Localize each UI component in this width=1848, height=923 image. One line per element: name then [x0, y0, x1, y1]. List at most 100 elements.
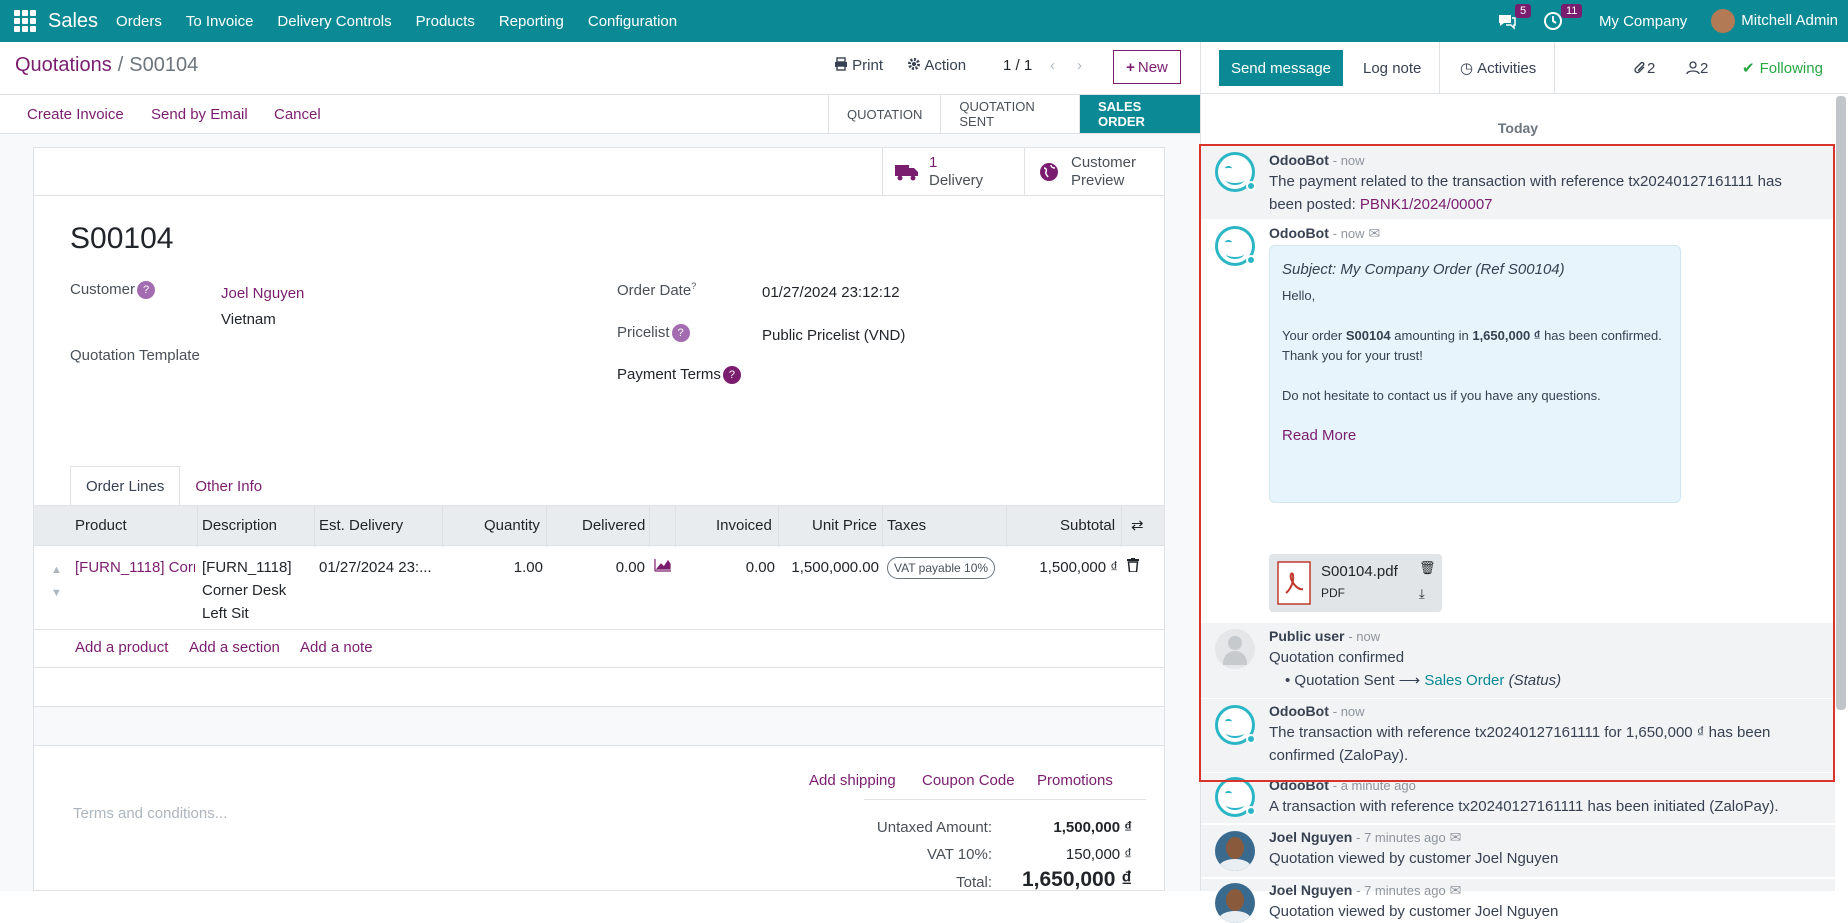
help-icon[interactable]: ? — [671, 324, 690, 342]
joel-avatar — [1215, 831, 1255, 871]
odoobot-avatar — [1215, 152, 1256, 192]
add-product-link[interactable]: Add a product — [75, 639, 168, 656]
menu-to-invoice[interactable]: To Invoice — [186, 13, 254, 30]
envelope-icon: ✉ — [1449, 882, 1462, 898]
tab-order-lines[interactable]: Order Lines — [70, 466, 181, 506]
menu-products[interactable]: Products — [416, 13, 475, 30]
message-body: Quotation viewed by customer Joel Nguyen — [1269, 850, 1559, 867]
customer-field[interactable]: Joel Nguyen — [221, 285, 304, 302]
est-delivery-cell[interactable]: 01/27/2024 23:... — [319, 556, 432, 579]
company-switcher[interactable]: My Company — [1599, 13, 1687, 30]
message-body: Quotation confirmed — [1269, 649, 1405, 666]
trash-icon[interactable] — [1127, 556, 1139, 579]
col-quantity[interactable]: Quantity — [484, 517, 540, 534]
chat-button[interactable]: 5 — [1497, 0, 1537, 42]
quantity-cell[interactable]: 1.00 — [442, 556, 543, 579]
add-note-link[interactable]: Add a note — [300, 639, 373, 656]
taxes-cell[interactable]: VAT payable 10% — [887, 556, 996, 579]
delivery-smart-button[interactable]: 1 Delivery — [882, 148, 1024, 196]
cancel-button[interactable]: Cancel — [274, 106, 321, 123]
new-button[interactable]: + New — [1113, 50, 1181, 84]
payment-terms-field[interactable] — [762, 368, 1142, 390]
pricelist-field[interactable]: Public Pricelist (VND) — [762, 327, 905, 344]
chat-icon — [1498, 15, 1516, 30]
action-button[interactable]: Action — [907, 57, 966, 74]
app-menu-icon[interactable] — [14, 10, 36, 32]
forecast-chart-icon[interactable] — [654, 556, 672, 579]
breadcrumb-quotations[interactable]: Quotations — [15, 54, 112, 76]
activities-button[interactable]: ◷ Activities — [1442, 42, 1556, 94]
chatter-scrollbar[interactable] — [1836, 96, 1846, 710]
menu-delivery-controls[interactable]: Delivery Controls — [277, 13, 391, 30]
log-note-button[interactable]: Log note — [1345, 42, 1441, 94]
tab-other-info[interactable]: Other Info — [180, 466, 277, 506]
create-invoice-button[interactable]: Create Invoice — [27, 106, 124, 123]
attachments-button[interactable]: 2 — [1633, 42, 1655, 94]
status-sales-order[interactable]: SALES ORDER — [1079, 95, 1200, 133]
gear-icon — [908, 58, 920, 70]
terms-input[interactable]: Terms and conditions... — [73, 805, 227, 822]
order-lines-table: Product Description Est. Delivery Quanti… — [34, 505, 1164, 746]
add-line-row: Add a product Add a section Add a note — [34, 630, 1164, 668]
download-icon[interactable]: ⤓ — [1419, 586, 1425, 602]
attachment-card[interactable]: S00104.pdf PDF 🗑 ⤓ — [1269, 554, 1442, 612]
attachment-type: PDF — [1321, 586, 1345, 600]
message-author: OdooBot - a minute ago — [1269, 777, 1416, 793]
col-taxes[interactable]: Taxes — [887, 517, 926, 534]
read-more-link[interactable]: Read More — [1282, 426, 1668, 446]
send-by-email-button[interactable]: Send by Email — [151, 106, 248, 123]
table-row[interactable]: ▲ ▼ [FURN_1118] Corr [FURN_1118] Corner De… — [34, 546, 1164, 630]
promotions-button[interactable]: Promotions — [1037, 772, 1113, 789]
product-cell[interactable]: [FURN_1118] Corr — [75, 556, 195, 579]
order-name: S00104 — [70, 222, 174, 255]
column-settings-icon[interactable]: ⇄ — [1131, 516, 1144, 534]
menu-orders[interactable]: Orders — [116, 13, 162, 30]
drag-handle-icon[interactable]: ▲ ▼ — [51, 559, 62, 605]
untaxed-amount: 1,500,000 ₫ — [1053, 819, 1132, 836]
form-sheet: 1 Delivery Customer Preview S00104 Custome… — [33, 147, 1165, 891]
menu-configuration[interactable]: Configuration — [588, 13, 677, 30]
col-invoiced[interactable]: Invoiced — [716, 517, 772, 534]
message-body: The transaction with reference tx2024012… — [1269, 724, 1771, 764]
add-section-link[interactable]: Add a section — [189, 639, 280, 656]
add-shipping-button[interactable]: Add shipping — [809, 772, 896, 789]
col-description[interactable]: Description — [202, 517, 277, 534]
order-date-field[interactable]: 01/27/2024 23:12:12 — [762, 284, 900, 301]
followers-button[interactable]: 2 — [1686, 42, 1708, 94]
col-est-delivery[interactable]: Est. Delivery — [319, 517, 403, 534]
coupon-code-button[interactable]: Coupon Code — [922, 772, 1015, 789]
customer-preview-button[interactable]: Customer Preview — [1024, 148, 1164, 196]
pager-prev-icon[interactable]: ‹ — [1050, 57, 1055, 74]
menu-reporting[interactable]: Reporting — [499, 13, 564, 30]
delete-attachment-icon[interactable]: 🗑 — [1419, 560, 1436, 576]
empty-row — [34, 668, 1164, 707]
app-name[interactable]: Sales — [48, 10, 98, 33]
col-delivered[interactable]: Delivered — [582, 517, 645, 534]
attachment-name: S00104.pdf — [1321, 563, 1398, 580]
unit-price-cell[interactable]: 1,500,000.00 — [778, 556, 879, 579]
chatter-topbar: Send message Log note ◷ Activities 2 2 ✔ F… — [1201, 42, 1848, 94]
email-line: Thank you for your trust! — [1282, 348, 1423, 363]
payment-terms-label: Payment Terms? — [617, 366, 741, 384]
status-quotation[interactable]: QUOTATION — [828, 95, 941, 133]
col-subtotal[interactable]: Subtotal — [1060, 517, 1115, 534]
help-icon[interactable]: ? — [722, 366, 741, 384]
pager-next-icon[interactable]: › — [1077, 57, 1082, 74]
delivery-label: Delivery — [929, 172, 984, 189]
vat-label: VAT 10%: — [926, 846, 992, 863]
activity-button[interactable]: 11 — [1543, 0, 1583, 42]
help-icon[interactable]: ? — [137, 281, 156, 299]
col-product[interactable]: Product — [75, 517, 127, 534]
pager-value[interactable]: 1 / 1 — [1003, 57, 1032, 74]
description-cell[interactable]: [FURN_1118] Corner Desk Left Sit — [202, 556, 291, 625]
payment-link[interactable]: PBNK1/2024/00007 — [1360, 196, 1493, 213]
print-button[interactable]: Print — [834, 57, 883, 74]
action-label: Action — [924, 57, 967, 74]
col-unit-price[interactable]: Unit Price — [812, 517, 877, 534]
send-message-button[interactable]: Send message — [1219, 50, 1343, 86]
message-author: Joel Nguyen - 7 minutes ago ✉ — [1269, 829, 1462, 845]
following-button[interactable]: ✔ Following — [1742, 42, 1823, 94]
user-menu[interactable]: Mitchell Admin — [1711, 9, 1838, 33]
status-quotation-sent[interactable]: QUOTATION SENT — [940, 95, 1079, 133]
top-navbar: Sales Orders To Invoice Delivery Control… — [0, 0, 1848, 42]
